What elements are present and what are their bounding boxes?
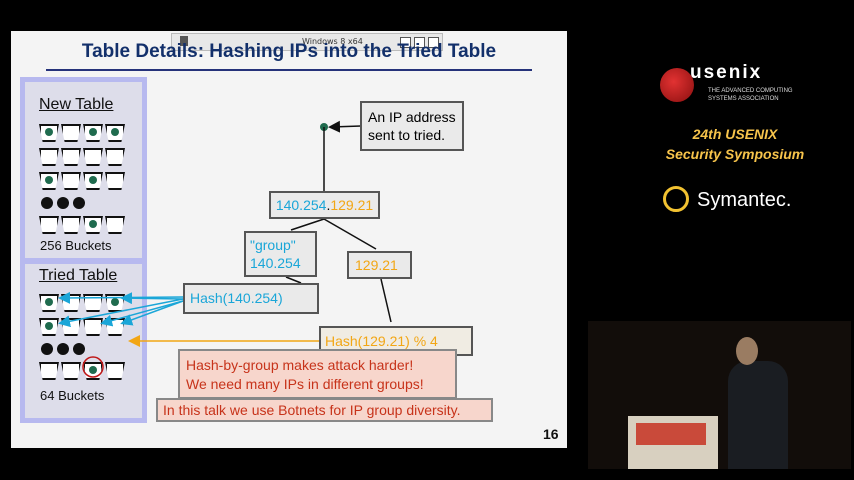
conference-line-2: Security Symposium (665, 146, 805, 162)
hash-group-label: Hash(140.254) (190, 290, 283, 306)
botnet-callout: In this talk we use Botnets for IP group… (156, 398, 493, 422)
tree-line (290, 218, 325, 231)
highlight-circle (82, 356, 104, 378)
ip-group-part: 140.254 (275, 197, 327, 213)
note-arrow (328, 120, 362, 133)
podium-banner (636, 423, 706, 445)
ip-host-part: 129.21 (330, 197, 374, 213)
tree-line (323, 218, 377, 250)
sponsor-name: Symantec. (697, 189, 792, 211)
speaker-video (588, 321, 851, 469)
hash-arrow (58, 291, 184, 304)
host-value: 129.21 (355, 257, 398, 273)
usenix-wordmark: usenix (690, 62, 763, 83)
callout-box: Hash-by-group makes attack harder! We ne… (178, 349, 457, 399)
ip-address-box: 140.254.129.21 (269, 191, 380, 219)
symantec-check-icon (663, 186, 689, 212)
callout-line-1: Hash-by-group makes attack harder! (186, 357, 414, 373)
hash-host-label: Hash(129.21) % 4 (325, 333, 438, 349)
tree-line (380, 278, 392, 323)
group-label: "group" (250, 237, 296, 253)
conference-name: 24th USENIX Security Symposium (630, 124, 840, 164)
ip-note-box: An IP address sent to tried. (360, 101, 464, 151)
hash-group-box: Hash(140.254) (183, 283, 319, 314)
callout-line-2: We need many IPs in different groups! (186, 376, 424, 392)
speaker (728, 361, 788, 469)
group-box: "group" 140.254 (244, 231, 317, 277)
conference-line-1: 24th USENIX (692, 126, 778, 142)
hash-arrow (58, 298, 184, 328)
group-value: 140.254 (250, 255, 301, 271)
hash-arrow (120, 292, 184, 305)
page-number: 16 (543, 426, 559, 442)
usenix-subtitle: THE ADVANCED COMPUTING SYSTEMS ASSOCIATI… (708, 88, 793, 102)
speaker-head (736, 337, 758, 365)
slide: Windows 8 x64 Table Details: Hashing IPs… (11, 31, 567, 448)
usenix-logo-icon (660, 68, 694, 102)
host-box: 129.21 (347, 251, 412, 279)
